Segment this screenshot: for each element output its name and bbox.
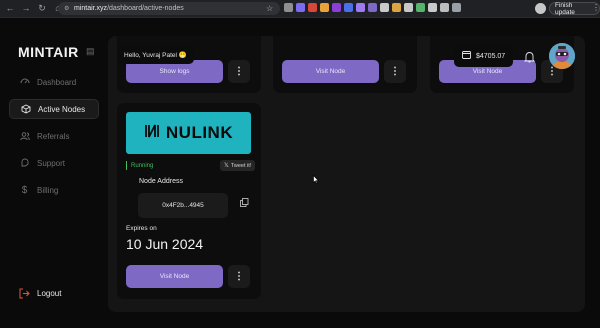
nulink-logo-icon [144, 123, 160, 144]
sidebar-item-referrals[interactable]: Referrals [9, 126, 99, 146]
browser-extension-icon[interactable] [416, 3, 425, 12]
sidebar-item-support[interactable]: Support [9, 153, 99, 173]
visit-node-button[interactable]: Visit Node [282, 60, 379, 83]
browser-extension-icon[interactable] [284, 3, 293, 12]
notification-bell-icon[interactable] [523, 50, 536, 63]
address-bar[interactable]: ⚙ mintair.xyz /dashboard/active-nodes [58, 2, 280, 15]
greeting-badge: Hello, Yuvraj Patel 😁 [117, 46, 194, 64]
browser-extension-icon[interactable] [296, 3, 305, 12]
avatar[interactable] [549, 43, 575, 69]
browser-extension-icon[interactable] [320, 3, 329, 12]
dashboard-icon [19, 77, 30, 88]
logo-text: MINTAIR [18, 44, 79, 60]
balance-amount: $4705.07 [476, 52, 506, 60]
node-logo-banner: NULINK [126, 112, 251, 154]
copy-icon[interactable] [240, 194, 249, 207]
sidebar-item-label: Dashboard [37, 77, 77, 87]
browser-toolbar: ← → ↻ ⌂ ⚙ mintair.xyz /dashboard/active-… [0, 0, 600, 18]
sidebar-item-label: Billing [37, 185, 59, 195]
browser-extension-icon[interactable] [356, 3, 365, 12]
forward-icon[interactable]: → [20, 3, 32, 15]
browser-extension-icon[interactable] [392, 3, 401, 12]
node-card: Visit Node ⋮ [273, 36, 417, 93]
logout-icon [19, 288, 30, 299]
node-address-value: 0x4F2b...4945 [138, 193, 228, 218]
logout-button[interactable]: Logout [19, 288, 61, 299]
tweet-label: Tweet it! [230, 162, 252, 169]
browser-extension-icon[interactable] [332, 3, 341, 12]
profile-icon[interactable] [535, 3, 546, 14]
tweet-button[interactable]: 𝕏 Tweet it! [220, 160, 256, 171]
url-path: /dashboard/active-nodes [107, 5, 184, 12]
sidebar-item-label: Active Nodes [38, 104, 86, 114]
sidebar-item-dashboard[interactable]: Dashboard [9, 72, 99, 92]
browser-extension-icon[interactable] [428, 3, 437, 12]
sidebar-item-active-nodes[interactable]: Active Nodes [9, 99, 99, 119]
visit-node-button[interactable]: Visit Node [126, 265, 223, 288]
sidebar-item-billing[interactable]: $ Billing [9, 180, 99, 200]
x-logo-icon: 𝕏 [224, 163, 229, 169]
mouse-cursor [313, 171, 319, 184]
wallet-balance[interactable]: $4705.07 [454, 45, 514, 67]
node-card: Show logs ⋮ [117, 36, 261, 93]
browser-extension-icon[interactable] [440, 3, 449, 12]
nulink-node-card: NULINK Running 𝕏 Tweet it! Node Address … [117, 103, 261, 299]
back-icon[interactable]: ← [4, 3, 16, 15]
status-badge: Running [126, 161, 153, 170]
dollar-icon: $ [21, 184, 28, 196]
browser-extension-icon[interactable] [404, 3, 413, 12]
extensions-bar [284, 3, 461, 12]
bookmark-star-icon[interactable]: ☆ [266, 4, 273, 13]
reload-icon[interactable]: ↻ [36, 3, 48, 15]
sidebar-toggle-icon[interactable]: ▤ [86, 46, 95, 57]
users-icon [19, 131, 30, 142]
logout-label: Logout [37, 289, 62, 298]
more-options-button[interactable]: ⋮ [228, 265, 250, 288]
url-host: mintair.xyz [74, 5, 108, 12]
browser-extension-icon[interactable] [308, 3, 317, 12]
browser-extension-icon[interactable] [380, 3, 389, 12]
browser-extension-icon[interactable] [368, 3, 377, 12]
main-panel: Show logs ⋮ Visit Node ⋮ Visit Node ⋮ He… [108, 36, 585, 312]
wallet-icon [462, 51, 471, 61]
cube-icon [20, 104, 31, 115]
node-address-label: Node Address [139, 178, 183, 185]
sidebar: MINTAIR ▤ Dashboard Active Nodes Referra… [0, 18, 106, 328]
sidebar-nav: Dashboard Active Nodes Referrals Support… [9, 72, 99, 207]
more-options-button[interactable]: ⋮ [384, 60, 406, 83]
support-icon [19, 158, 30, 169]
banner-text: NULINK [165, 123, 234, 142]
expires-label: Expires on [126, 225, 157, 232]
browser-extension-icon[interactable] [344, 3, 353, 12]
more-options-button[interactable]: ⋮ [228, 60, 250, 83]
browser-menu-icon[interactable]: ⋮ [592, 3, 600, 12]
site-info-icon[interactable]: ⚙ [64, 6, 70, 12]
expires-date: 10 Jun 2024 [126, 236, 204, 252]
browser-extension-icon[interactable] [452, 3, 461, 12]
mintair-logo: MINTAIR [18, 44, 79, 60]
sidebar-item-label: Referrals [37, 131, 70, 141]
sidebar-item-label: Support [37, 158, 66, 168]
